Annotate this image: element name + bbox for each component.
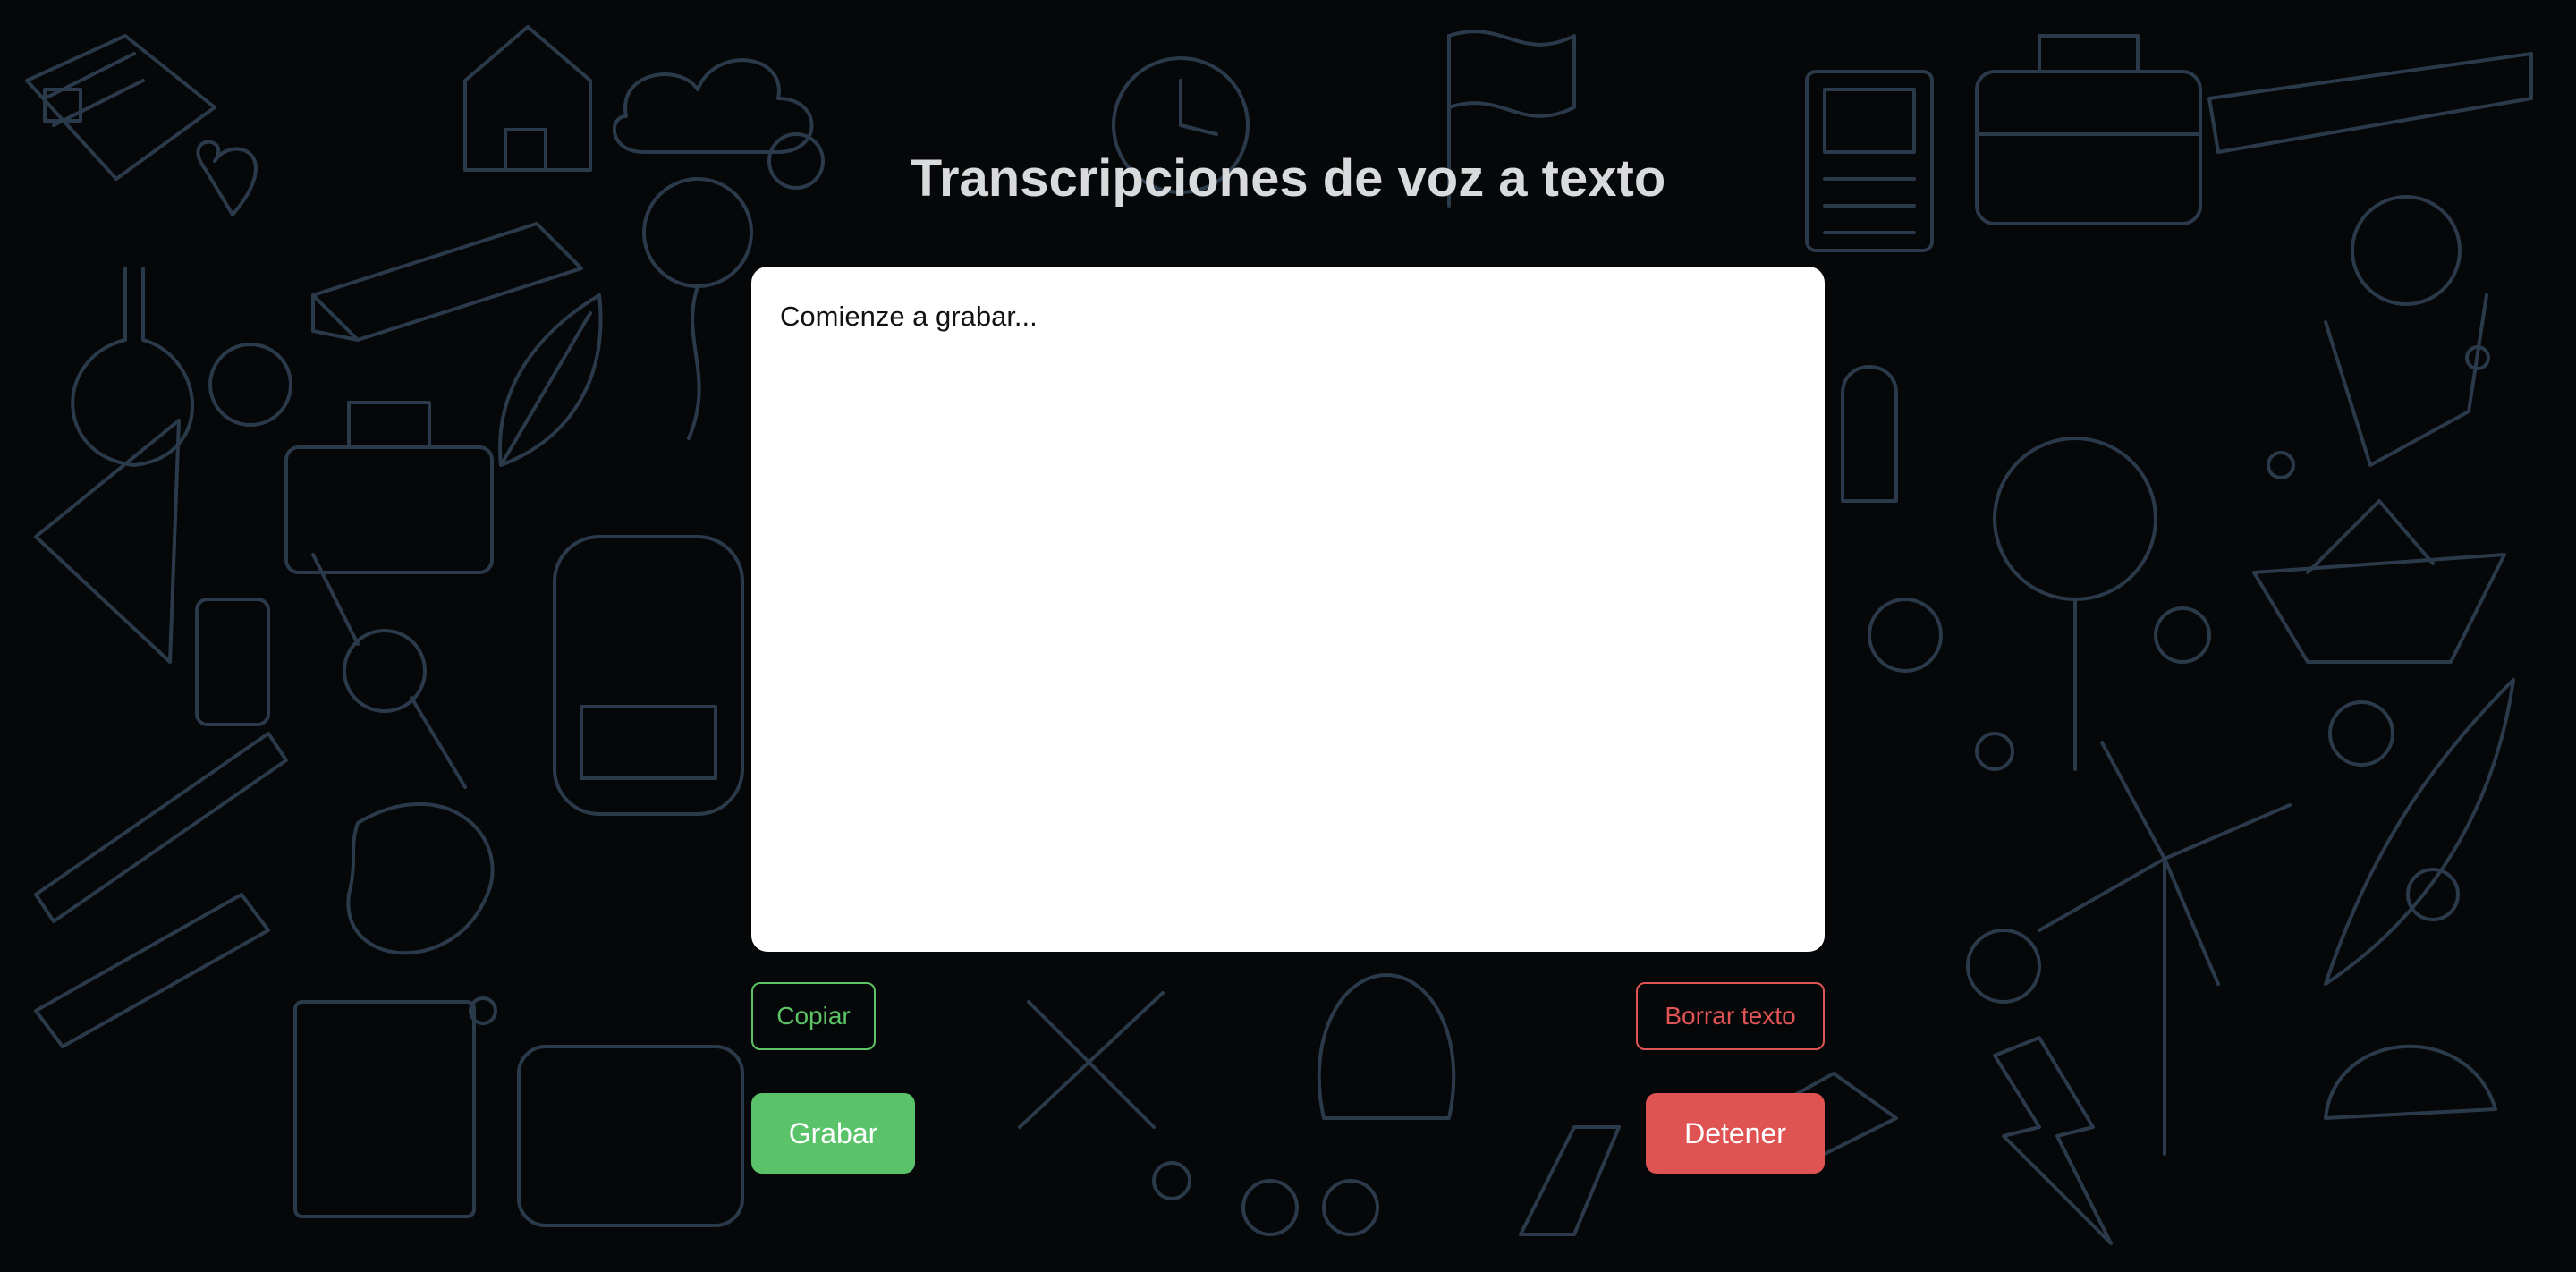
icecream-doodle bbox=[2324, 195, 2488, 467]
swirl-doodle bbox=[2406, 868, 2460, 921]
watch-doodle bbox=[311, 553, 467, 789]
apple-doodle bbox=[208, 343, 292, 427]
app-page: Transcripciones de voz a texto Comienze … bbox=[0, 0, 2576, 1272]
swirl-doodle bbox=[2328, 700, 2394, 767]
mitten-doodle bbox=[1841, 365, 1898, 503]
bell-doodle bbox=[1317, 973, 1456, 1120]
cap-doodle bbox=[2324, 1044, 2497, 1120]
lollipop-doodle bbox=[1993, 437, 2157, 771]
balloon-doodle bbox=[642, 177, 753, 440]
feather-doodle bbox=[2324, 678, 2515, 986]
notepad-doodle bbox=[293, 1000, 476, 1218]
glue-doodle bbox=[195, 598, 270, 726]
palette-doodle bbox=[346, 802, 495, 955]
dot-doodle bbox=[1152, 1161, 1191, 1200]
clear-text-button[interactable]: Borrar texto bbox=[1636, 982, 1825, 1050]
boat-doodle bbox=[2252, 499, 2506, 664]
steps-doodle bbox=[1519, 1125, 1621, 1236]
copy-button[interactable]: Copiar bbox=[751, 982, 876, 1050]
ruler-doodle bbox=[2207, 52, 2533, 154]
bag-doodle bbox=[284, 401, 494, 574]
pinwheel-doodle bbox=[2038, 741, 2292, 1156]
dot-doodle bbox=[2267, 451, 2295, 479]
flashlight-doodle bbox=[34, 893, 270, 1048]
handbag-doodle bbox=[517, 1045, 744, 1227]
record-button[interactable]: Grabar bbox=[751, 1093, 915, 1174]
crossed-pencils-doodle bbox=[1018, 991, 1165, 1129]
swirl-doodle bbox=[1868, 598, 1943, 673]
stop-button[interactable]: Detener bbox=[1646, 1093, 1825, 1174]
page-title: Transcripciones de voz a texto bbox=[910, 149, 1666, 208]
backpack-doodle bbox=[553, 535, 744, 816]
dot-doodle bbox=[2154, 606, 2211, 664]
pencil-doodle bbox=[34, 732, 288, 923]
transcript-box[interactable]: Comienze a grabar... bbox=[751, 267, 1825, 952]
leaf-doodle bbox=[498, 293, 603, 467]
lightning-doodle bbox=[1993, 1036, 2113, 1245]
swirl-doodle bbox=[1966, 929, 2041, 1004]
glasses-doodle bbox=[1241, 1179, 1379, 1236]
book-stack-doodle bbox=[311, 222, 583, 342]
transcript-text: Comienze a grabar... bbox=[780, 301, 1038, 332]
flask-doodle bbox=[71, 267, 194, 467]
dot-doodle bbox=[1975, 732, 2014, 771]
